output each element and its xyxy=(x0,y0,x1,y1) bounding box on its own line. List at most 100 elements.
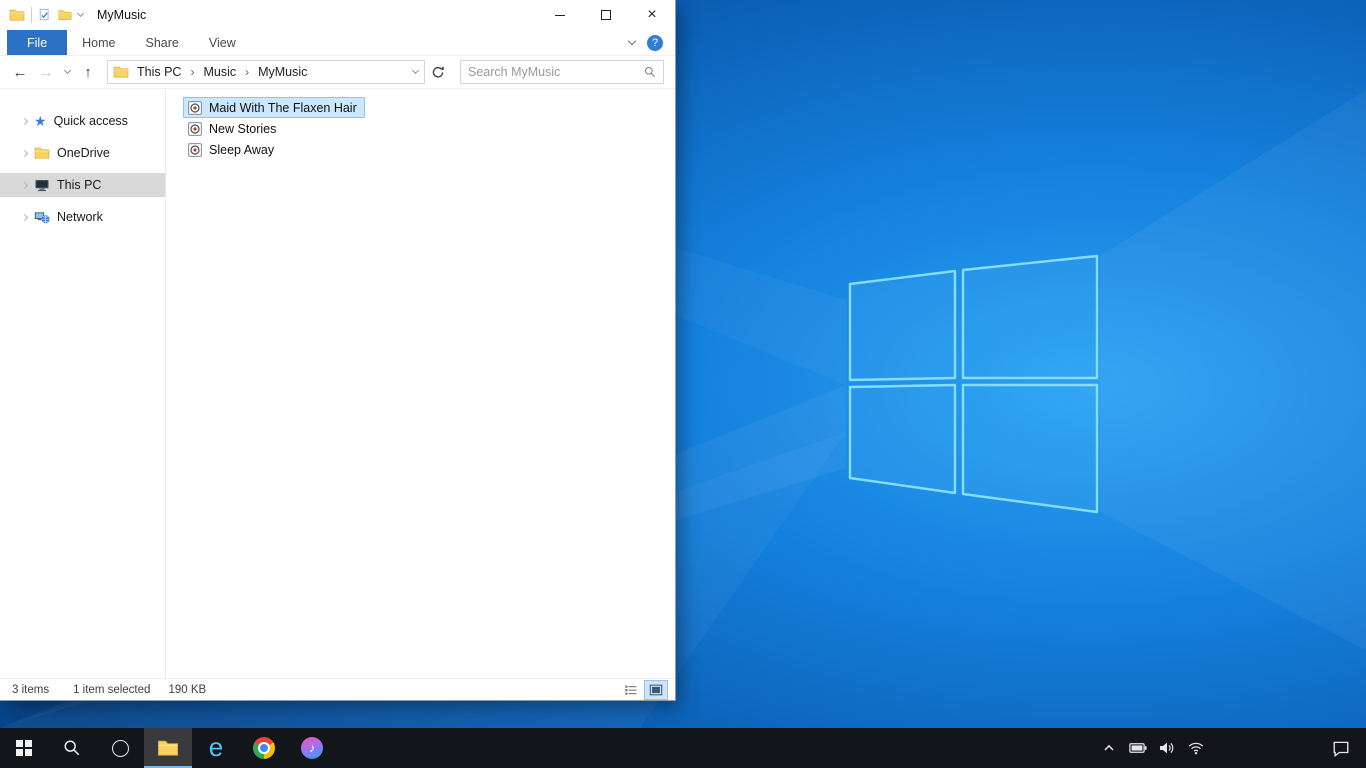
minimize-icon xyxy=(555,14,565,16)
explorer-main: ★ Quick access OneDrive This PC Network xyxy=(0,90,675,678)
close-button[interactable]: × xyxy=(629,0,675,30)
refresh-icon xyxy=(432,65,445,78)
back-button[interactable]: ← xyxy=(7,59,33,85)
breadcrumb-mymusic[interactable]: MyMusic xyxy=(255,65,310,79)
audio-file-icon xyxy=(188,121,202,136)
chrome-icon xyxy=(253,737,275,759)
help-button[interactable]: ? xyxy=(647,34,663,51)
thumbnail-view-icon xyxy=(649,684,663,695)
sidebar-item-label: Network xyxy=(57,210,103,224)
onedrive-folder-icon xyxy=(34,147,50,159)
address-bar[interactable]: This PC › Music › MyMusic xyxy=(107,60,425,84)
wifi-icon xyxy=(1188,742,1204,756)
close-icon: × xyxy=(647,6,657,23)
volume-button[interactable] xyxy=(1156,728,1178,768)
battery-status-button[interactable] xyxy=(1127,728,1149,768)
taskbar-itunes-button[interactable]: ♪ xyxy=(288,728,336,768)
status-bar: 3 items 1 item selected 190 KB xyxy=(0,678,675,700)
system-folder-icon[interactable] xyxy=(9,7,25,23)
taskbar: e ♪ xyxy=(0,728,1366,768)
search-icon[interactable] xyxy=(644,66,656,78)
show-hidden-icons-button[interactable] xyxy=(1098,728,1120,768)
file-list: Maid With The Flaxen Hair New Stories Sl… xyxy=(166,90,675,678)
sidebar-item-onedrive[interactable]: OneDrive xyxy=(0,141,165,165)
quick-access-toolbar xyxy=(9,7,85,23)
battery-icon xyxy=(1129,743,1147,753)
address-bar-row: ← → ↑ This PC › Music › MyMusic xyxy=(0,56,675,89)
windows-start-icon xyxy=(16,740,32,756)
action-center-icon xyxy=(1333,741,1349,757)
breadcrumb-separator-icon: › xyxy=(190,65,195,79)
file-row[interactable]: Maid With The Flaxen Hair xyxy=(183,97,365,118)
address-dropdown-chevron-icon[interactable] xyxy=(411,66,420,75)
cortana-button[interactable] xyxy=(96,728,144,768)
sidebar-item-label: Quick access xyxy=(53,114,128,128)
file-name: Maid With The Flaxen Hair xyxy=(209,100,357,115)
qat-new-folder-icon[interactable] xyxy=(58,8,72,22)
network-status-button[interactable] xyxy=(1185,728,1207,768)
status-selection-size: 190 KB xyxy=(168,683,207,696)
cortana-icon xyxy=(111,739,129,757)
view-switcher xyxy=(620,680,667,699)
taskbar-internet-explorer-button[interactable]: e xyxy=(192,728,240,768)
action-center-button[interactable] xyxy=(1330,728,1352,768)
maximize-button[interactable] xyxy=(583,0,629,30)
search-input[interactable] xyxy=(468,65,644,79)
thumbnail-view-button[interactable] xyxy=(645,680,667,699)
ribbon-tab-bar: File Home Share View ? xyxy=(0,30,675,56)
expander-chevron-icon[interactable] xyxy=(20,149,29,157)
details-view-icon xyxy=(625,685,637,695)
taskbar-file-explorer-button[interactable] xyxy=(144,728,192,768)
sidebar-item-this-pc[interactable]: This PC xyxy=(0,173,165,197)
address-folder-icon xyxy=(113,66,129,78)
sidebar-item-label: OneDrive xyxy=(57,146,110,160)
up-button[interactable]: ↑ xyxy=(75,59,101,85)
window-controls: × xyxy=(537,0,675,30)
start-button[interactable] xyxy=(0,728,48,768)
system-tray xyxy=(1098,728,1366,768)
recent-locations-button[interactable] xyxy=(59,59,75,85)
expander-chevron-icon[interactable] xyxy=(20,213,29,221)
forward-button[interactable]: → xyxy=(33,59,59,85)
breadcrumb-music[interactable]: Music xyxy=(200,65,239,79)
network-icon xyxy=(34,212,50,224)
navigation-pane: ★ Quick access OneDrive This PC Network xyxy=(0,90,166,678)
breadcrumb-separator-icon: › xyxy=(245,65,250,79)
tab-file[interactable]: File xyxy=(7,30,68,55)
taskbar-search-button[interactable] xyxy=(48,728,96,768)
status-items-count: 3 items xyxy=(12,683,50,696)
file-explorer-icon xyxy=(157,740,179,756)
tab-share[interactable]: Share xyxy=(131,30,194,55)
minimize-button[interactable] xyxy=(537,0,583,30)
title-bar: MyMusic × xyxy=(0,0,675,30)
speaker-icon xyxy=(1159,741,1174,755)
window-title: MyMusic xyxy=(97,8,147,22)
refresh-button[interactable] xyxy=(425,60,451,84)
file-name: New Stories xyxy=(209,121,277,136)
tab-view[interactable]: View xyxy=(194,30,251,55)
details-view-button[interactable] xyxy=(620,681,642,699)
computer-icon xyxy=(35,180,49,192)
chevron-down-icon xyxy=(63,66,71,75)
tab-home[interactable]: Home xyxy=(67,30,130,55)
audio-file-icon xyxy=(188,142,202,157)
qat-properties-icon[interactable] xyxy=(38,8,52,22)
taskbar-chrome-button[interactable] xyxy=(240,728,288,768)
sidebar-item-quick-access[interactable]: ★ Quick access xyxy=(0,109,165,133)
file-row[interactable]: Sleep Away xyxy=(183,139,282,160)
file-row[interactable]: New Stories xyxy=(183,118,284,139)
sidebar-item-label: This PC xyxy=(57,178,102,192)
chevron-up-icon xyxy=(1104,745,1114,751)
internet-explorer-icon: e xyxy=(208,731,224,762)
breadcrumb-this-pc[interactable]: This PC xyxy=(134,65,184,79)
quick-access-star-icon: ★ xyxy=(34,113,47,129)
expand-ribbon-chevron-icon[interactable] xyxy=(627,36,637,46)
expander-chevron-icon[interactable] xyxy=(20,117,29,125)
screen: MyMusic × File Home Share View ? ← → ↑ T… xyxy=(0,0,1366,768)
expander-chevron-icon[interactable] xyxy=(20,181,29,189)
status-selection: 1 item selected xyxy=(73,683,151,696)
qat-customize-chevron-icon[interactable] xyxy=(76,9,85,18)
sidebar-item-network[interactable]: Network xyxy=(0,205,165,229)
itunes-icon: ♪ xyxy=(301,737,323,759)
audio-file-icon xyxy=(188,100,202,115)
